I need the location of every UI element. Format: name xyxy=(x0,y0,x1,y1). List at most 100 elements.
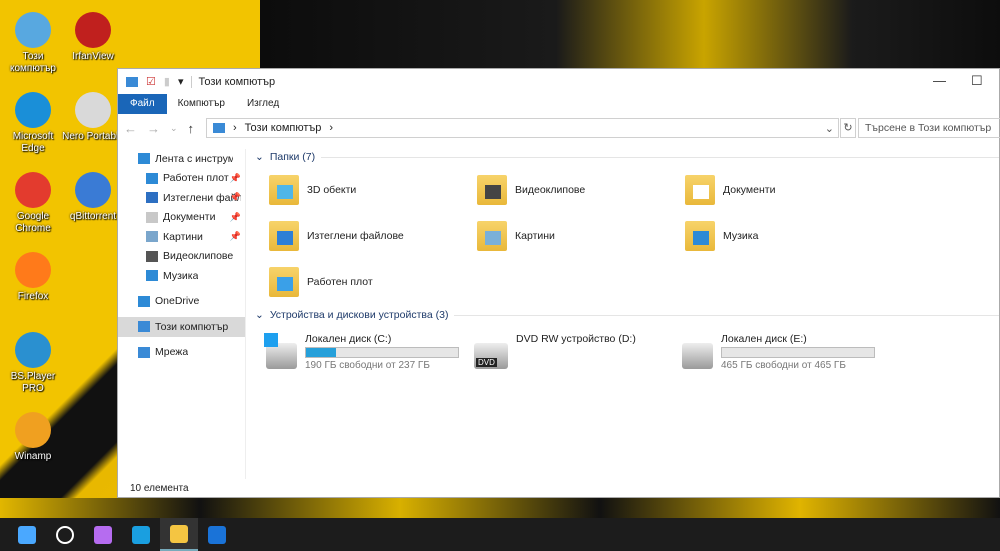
sidebar-item-3[interactable]: Документи 📌 xyxy=(118,208,245,228)
maximize-button[interactable]: ☐ xyxy=(971,73,983,89)
tab-file[interactable]: Файл xyxy=(118,94,167,114)
app-icon xyxy=(15,332,51,368)
drive-item[interactable]: Локален диск (E:) 465 ГБ свободни от 465 … xyxy=(667,329,875,377)
desktop-icon-3[interactable]: Nero Portable xyxy=(62,92,124,143)
sidebar-item-7[interactable]: OneDrive xyxy=(118,292,245,312)
start-taskbar-button[interactable] xyxy=(8,518,46,551)
outlook-icon xyxy=(208,525,226,544)
search-input[interactable]: Търсене в Този компютър xyxy=(858,118,1000,138)
folder-icon xyxy=(685,221,715,251)
desktop-icon-2[interactable]: Microsoft Edge xyxy=(2,92,64,155)
folder-item[interactable]: Картини xyxy=(459,213,667,259)
folders-group-header[interactable]: ⌄ Папки (7) xyxy=(251,147,999,167)
folder-item[interactable]: Работен плот xyxy=(251,259,459,305)
drive-usage-bar xyxy=(721,347,875,358)
sidebar-item-1[interactable]: Работен плот 📌 xyxy=(118,169,245,189)
sidebar-item-label: Работен плот xyxy=(163,172,229,185)
folder-label: 3D обекти xyxy=(307,184,357,196)
new-folder-icon[interactable]: ▮ xyxy=(164,75,170,88)
folders-header-label: Папки (7) xyxy=(269,151,316,163)
download-icon xyxy=(146,192,158,204)
breadcrumb-this-pc[interactable]: Този компютър xyxy=(245,122,322,134)
file-explorer-taskbar-button[interactable] xyxy=(160,518,198,551)
drive-free-space: 190 ГБ свободни от 237 ГБ xyxy=(305,360,430,371)
folder-icon xyxy=(477,221,507,251)
app-icon xyxy=(75,12,111,48)
search-icon xyxy=(56,525,74,544)
tab-computer[interactable]: Компютър xyxy=(167,94,236,114)
drive-usage-bar xyxy=(305,347,459,358)
sidebar-item-5[interactable]: Видеоклипове xyxy=(118,247,245,267)
breadcrumb-chevron-icon[interactable]: › xyxy=(329,122,333,134)
sidebar-item-8[interactable]: Този компютър xyxy=(118,317,245,337)
desktop-icon-label: qBittorrent xyxy=(69,211,117,222)
app-icon xyxy=(75,92,111,128)
sidebar-item-label: Лента с инструменти xyxy=(155,152,233,165)
drive-item[interactable]: DVD DVD RW устройство (D:) xyxy=(459,329,667,377)
desktop-icon-label: Microsoft Edge xyxy=(12,131,54,154)
folder-overlay-icon xyxy=(277,231,293,245)
address-bar[interactable]: › Този компютър › ⌄ xyxy=(206,118,839,138)
drive-info: Локален диск (C:) 190 ГБ свободни от 237 … xyxy=(305,333,459,371)
desktop-icon-6[interactable]: Firefox xyxy=(2,252,64,303)
dvd-drive-icon: DVD xyxy=(474,343,508,369)
drive-free-space: 465 ГБ свободни от 465 ГБ xyxy=(721,360,846,371)
pin-icon[interactable]: 📌 xyxy=(230,212,241,223)
folder-item[interactable]: Документи xyxy=(667,167,875,213)
sidebar-item-0[interactable]: Лента с инструменти xyxy=(118,149,245,169)
folder-label: Картини xyxy=(515,230,555,242)
sidebar-item-4[interactable]: Картини 📌 xyxy=(118,227,245,247)
folder-item[interactable]: Музика xyxy=(667,213,875,259)
window-title: Този компютър xyxy=(191,75,275,88)
pin-icon[interactable]: 📌 xyxy=(230,173,241,184)
wallpaper xyxy=(260,0,1000,70)
desktop-icon-1[interactable]: IrfanView xyxy=(62,12,124,63)
chevron-down-icon: ⌄ xyxy=(255,151,264,163)
copilot-taskbar-button[interactable] xyxy=(84,518,122,551)
drive-info: DVD RW устройство (D:) xyxy=(516,333,636,345)
tab-view[interactable]: Изглед xyxy=(236,94,290,114)
address-dropdown-icon[interactable]: ⌄ xyxy=(825,122,834,135)
sidebar-item-2[interactable]: Изтеглени файлове📌 xyxy=(118,188,245,208)
desktop-icon-0[interactable]: Този компютър xyxy=(2,12,64,75)
sidebar-item-6[interactable]: Музика xyxy=(118,266,245,286)
customize-quick-access-icon[interactable]: ▾ xyxy=(178,75,184,88)
copilot-icon xyxy=(94,525,112,544)
breadcrumb-chevron-icon[interactable]: › xyxy=(233,122,237,134)
desktop-icon-5[interactable]: qBittorrent xyxy=(62,172,124,223)
forward-button[interactable]: → xyxy=(147,121,160,136)
folder-item[interactable]: Изтеглени файлове xyxy=(251,213,459,259)
desktop-icon-label: Този компютър xyxy=(9,51,56,74)
folder-item[interactable]: Видеоклипове xyxy=(459,167,667,213)
desktop-icon-4[interactable]: Google Chrome xyxy=(2,172,64,235)
drives-group-header[interactable]: ⌄ Устройства и дискови устройства (3) xyxy=(251,305,999,325)
folder-item[interactable]: 3D обекти xyxy=(251,167,459,213)
pin-icon[interactable]: 📌 xyxy=(230,192,241,203)
desktop-icon-7[interactable]: BS.Player PRO xyxy=(2,332,64,395)
video-icon xyxy=(146,250,158,262)
app-icon xyxy=(15,12,51,48)
computer-icon xyxy=(138,321,150,333)
refresh-button[interactable]: ↻ xyxy=(840,118,856,138)
drive-item[interactable]: Локален диск (C:) 190 ГБ свободни от 237 … xyxy=(251,329,459,377)
computer-icon xyxy=(213,123,225,133)
up-button[interactable]: ↑ xyxy=(188,121,195,136)
pin-icon[interactable]: 📌 xyxy=(230,231,241,242)
desktop-icon-label: Google Chrome xyxy=(15,211,51,234)
recent-locations-button[interactable]: ⌄ xyxy=(170,123,178,134)
back-button[interactable]: ← xyxy=(124,121,137,136)
sidebar-item-9[interactable]: Мрежа xyxy=(118,343,245,363)
folder-overlay-icon xyxy=(693,231,709,245)
search-taskbar-button[interactable] xyxy=(46,518,84,551)
desktop-icon-label: Nero Portable xyxy=(62,131,124,142)
folder-overlay-icon xyxy=(485,185,501,199)
sidebar-item-label: Видеоклипове xyxy=(163,250,234,263)
sidebar-item-label: Музика xyxy=(163,269,199,282)
navigation-pane: Лента с инструментиРаботен плот📌Изтеглен… xyxy=(118,149,246,479)
edge-taskbar-button[interactable] xyxy=(122,518,160,551)
desktop-icon-label: IrfanView xyxy=(72,51,114,62)
outlook-taskbar-button[interactable] xyxy=(198,518,236,551)
minimize-button[interactable]: — xyxy=(933,73,946,88)
properties-icon[interactable]: ☑ xyxy=(146,75,156,88)
desktop-icon-8[interactable]: Winamp xyxy=(2,412,64,463)
